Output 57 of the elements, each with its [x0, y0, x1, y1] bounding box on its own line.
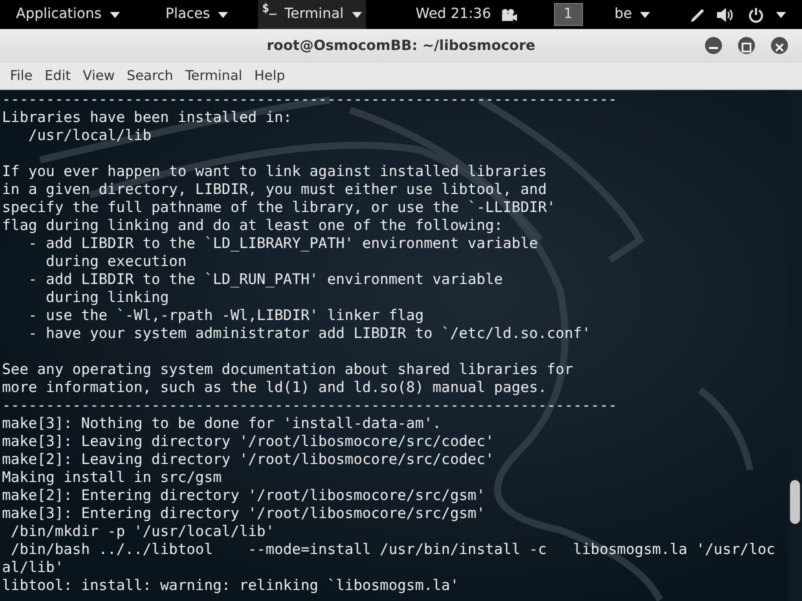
terminal-line: more information, such as the ld(1) and ld.so(8) manual pages.: [2, 379, 547, 397]
terminal-line: flag during linking and do at least one of the following:: [2, 217, 503, 235]
close-icon: [775, 42, 784, 52]
camera-icon[interactable]: [500, 8, 518, 22]
terminal-line: - have your system administrator add LIBDIR to `/etc/ld.so.conf': [27, 325, 591, 343]
clock[interactable]: Wed 21:36: [416, 4, 491, 25]
top-menu[interactable]: Places: [166, 4, 228, 25]
scrollbar-thumb[interactable]: [790, 480, 800, 524]
terminal-line: ----------------------------------------------------------------------: [2, 91, 618, 109]
terminal-line: If you ever happen to want to link against installed libraries: [2, 163, 547, 181]
terminal-line: during linking: [44, 289, 169, 307]
menu-item[interactable]: Help: [248, 66, 292, 86]
terminal-line: /usr/local/lib: [27, 127, 152, 145]
caret-icon: [218, 12, 228, 18]
menu-item[interactable]: File: [4, 66, 39, 86]
terminal-line: in a given directory, LIBDIR, you must either use libtool, and: [2, 181, 547, 199]
terminal-line: - use the `-Wl,-rpath -Wl,LIBDIR' linker flag: [27, 307, 424, 325]
terminal-line: - add LIBDIR to the `LD_RUN_PATH' environment variable: [27, 271, 503, 289]
power-icon[interactable]: [748, 6, 764, 22]
minimize-button[interactable]: [705, 37, 722, 54]
close-button[interactable]: [771, 37, 788, 54]
scrollbar[interactable]: [788, 90, 802, 601]
terminal-line: libtool: install: warning: relinking `libosmogsm.la': [2, 577, 459, 595]
terminal-line: make[3]: Entering directory '/root/libosmocore/src/gsm': [2, 505, 486, 523]
caret-icon: [110, 12, 120, 18]
terminal-line: during execution: [44, 253, 187, 271]
workspace-indicator[interactable]: 1: [554, 3, 582, 26]
volume-icon[interactable]: [716, 6, 734, 22]
maximize-icon: [742, 42, 752, 52]
top-menu[interactable]: $_ Terminal: [258, 0, 366, 29]
terminal-line: See any operating system documentation about shared libraries for: [2, 361, 574, 379]
menu-item[interactable]: View: [76, 66, 121, 86]
caret-icon[interactable]: [776, 12, 786, 18]
terminal-line: - add LIBDIR to the `LD_LIBRARY_PATH' environment variable: [27, 235, 538, 253]
terminal-line: al/lib': [2, 559, 64, 577]
window-title: root@OsmocomBB: ~/libosmocore: [266, 36, 536, 56]
menu-item[interactable]: Search: [120, 66, 180, 86]
terminal-line: Making install in src/gsm: [2, 469, 222, 487]
terminal-line: make[3]: Nothing to be done for 'install-data-am'.: [2, 415, 442, 433]
caret-icon: [352, 12, 362, 18]
terminal-line: /bin/mkdir -p '/usr/local/lib': [10, 523, 274, 541]
menu-item[interactable]: Terminal: [179, 66, 248, 86]
caret-icon: [640, 12, 650, 18]
minimize-icon: [709, 46, 718, 49]
menu-item[interactable]: Edit: [38, 66, 77, 86]
terminal-icon: $_: [262, 2, 276, 14]
keyboard-layout-menu[interactable]: be: [614, 4, 650, 25]
maximize-button[interactable]: [738, 37, 755, 54]
terminal-line: Libraries have been installed in:: [2, 109, 292, 127]
terminal-line: make[3]: Leaving directory '/root/libosmocore/src/codec': [2, 433, 494, 451]
terminal-line: /bin/bash ../../libtool --mode=install /usr/bin/install -c libosmogsm.la '/usr/loc: [10, 541, 776, 559]
terminal-line: ----------------------------------------------------------------------: [2, 397, 618, 415]
terminal-line: make[2]: Leaving directory '/root/libosmocore/src/codec': [2, 451, 494, 469]
terminal-line: specify the full pathname of the library, or use the `-LLIBDIR': [2, 199, 556, 217]
top-menu[interactable]: Applications: [16, 4, 120, 25]
terminal-line: make[2]: Entering directory '/root/libosmocore/src/gsm': [2, 487, 486, 505]
pen-icon[interactable]: [690, 6, 706, 22]
